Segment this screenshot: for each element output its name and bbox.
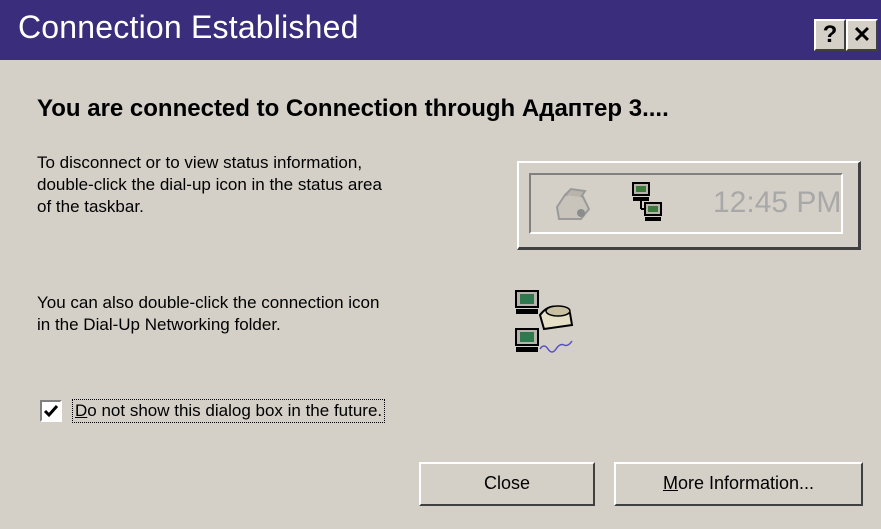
- more-info-label: ore Information...: [677, 473, 815, 493]
- title-bar[interactable]: Connection Established ? ✕: [0, 0, 881, 60]
- connection-heading: You are connected to Connection through …: [37, 95, 669, 122]
- taskbar-status-area-sample: 12:45 PM: [517, 161, 861, 250]
- window-title: Connection Established: [18, 9, 359, 45]
- dont-show-label-mnemonic: D: [75, 401, 88, 420]
- dont-show-checkbox[interactable]: [40, 400, 62, 422]
- printer-icon: [555, 187, 591, 220]
- more-info-mnemonic: M: [662, 473, 678, 493]
- dial-up-connection-icon: [515, 290, 574, 353]
- tray-inner-frame: 12:45 PM: [529, 173, 843, 234]
- close-button[interactable]: Close: [419, 462, 595, 506]
- more-information-button[interactable]: More Information...: [614, 462, 863, 506]
- dont-show-label[interactable]: Do not show this dialog box in the futur…: [71, 399, 386, 423]
- dont-show-label-rest: o not show this dialog box in the future…: [87, 401, 383, 420]
- disconnect-instructions: To disconnect or to view status informat…: [37, 153, 382, 216]
- dialup-folder-text: You can also double-click the connection…: [37, 293, 380, 334]
- help-button[interactable]: ?: [814, 19, 846, 51]
- network-computers-icon: [632, 182, 662, 221]
- connection-established-dialog: Connection Established ? ✕ You are conne…: [0, 0, 881, 529]
- clock-text: 12:45 PM: [713, 186, 842, 219]
- close-window-button[interactable]: ✕: [846, 19, 878, 51]
- checkmark-icon: [43, 405, 59, 418]
